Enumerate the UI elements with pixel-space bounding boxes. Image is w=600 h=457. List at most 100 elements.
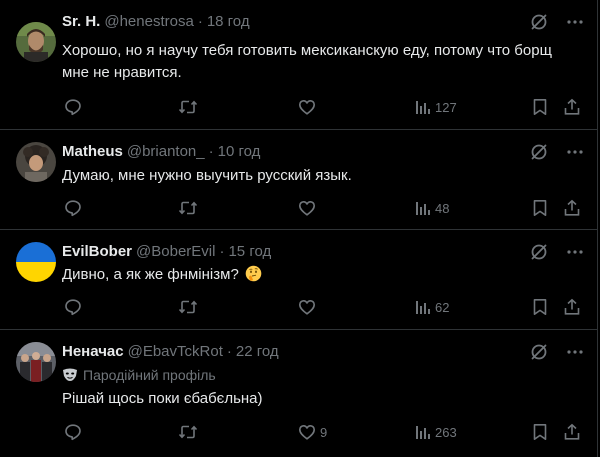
avatar[interactable] <box>16 22 56 62</box>
more-icon[interactable] <box>565 342 585 362</box>
bookmark-icon <box>533 200 547 216</box>
separator-dot: · <box>226 343 232 360</box>
tweet-top-actions <box>529 242 585 262</box>
tweet-top-actions <box>529 342 585 362</box>
reply-button[interactable] <box>64 198 82 218</box>
avatar[interactable] <box>16 342 56 382</box>
reply-icon <box>65 99 81 116</box>
tweet-text: Дивно, а як же фнмінізм? <box>62 266 239 283</box>
bookmark-icon <box>533 99 547 115</box>
views-icon <box>416 202 430 215</box>
timestamp[interactable]: 18 год <box>207 13 250 30</box>
views-button[interactable]: 48 <box>415 198 449 218</box>
retweet-icon <box>178 100 198 114</box>
views-icon <box>416 101 430 114</box>
like-icon <box>299 100 315 115</box>
separator-dot: · <box>208 143 214 160</box>
parody-label: Пародійний профіль <box>62 366 216 384</box>
share-button[interactable] <box>563 198 581 218</box>
like-icon <box>299 300 315 315</box>
retweet-button[interactable] <box>178 297 198 317</box>
like-button[interactable] <box>298 97 320 117</box>
views-icon <box>416 426 430 439</box>
avatar[interactable] <box>16 142 56 182</box>
display-name[interactable]: Неначас <box>62 343 124 360</box>
grok-icon[interactable] <box>529 142 549 162</box>
reply-button[interactable] <box>64 422 82 442</box>
timestamp[interactable]: 22 год <box>236 343 279 360</box>
more-icon[interactable] <box>565 12 585 32</box>
tweet-text: Хорошо, но я научу тебя готовить мексика… <box>62 42 552 81</box>
reply-button[interactable] <box>64 97 82 117</box>
display-name[interactable]: EvilBober <box>62 243 132 260</box>
tweet[interactable]: Matheus @brianton_ · 10 год Думаю, мне нужн… <box>0 130 597 230</box>
bookmark-button[interactable] <box>532 198 548 218</box>
user-handle[interactable]: @henestrosa <box>104 13 193 30</box>
tweet-header: Sr. H. @henestrosa · 18 год <box>62 12 250 32</box>
views-button[interactable]: 263 <box>415 422 457 442</box>
retweet-button[interactable] <box>178 97 198 117</box>
reply-feed: Sr. H. @henestrosa · 18 год Хорошо, но я на… <box>0 0 598 457</box>
grok-icon[interactable] <box>529 12 549 32</box>
display-name[interactable]: Sr. H. <box>62 13 100 30</box>
tweet[interactable]: Неначас @EbavTckRot · 22 год Пародійний про… <box>0 330 597 457</box>
retweet-icon <box>178 425 198 439</box>
tweet-header: EvilBober @BoberEvil · 15 год <box>62 242 271 262</box>
display-name[interactable]: Matheus <box>62 143 123 160</box>
tweet-header: Неначас @EbavTckRot · 22 год <box>62 342 279 362</box>
separator-dot: · <box>219 243 225 260</box>
like-button[interactable] <box>298 198 320 218</box>
share-button[interactable] <box>563 297 581 317</box>
view-count: 62 <box>435 299 450 315</box>
like-button[interactable] <box>298 297 320 317</box>
bookmark-button[interactable] <box>532 297 548 317</box>
tweet-text-container: Дивно, а як же фнмінізм? <box>62 264 581 286</box>
user-handle[interactable]: @brianton_ <box>127 143 205 160</box>
view-count: 127 <box>435 99 457 115</box>
share-icon <box>564 199 580 216</box>
views-button[interactable]: 62 <box>415 297 449 317</box>
view-count: 48 <box>435 200 450 216</box>
tweet-top-actions <box>529 142 585 162</box>
reply-icon <box>65 299 81 316</box>
retweet-icon <box>178 201 198 215</box>
tweet[interactable]: Sr. H. @henestrosa · 18 год Хорошо, но я на… <box>0 0 597 130</box>
tweet-actions: 9 263 <box>0 422 597 442</box>
tweet-top-actions <box>529 12 585 32</box>
share-icon <box>564 98 580 115</box>
tweet[interactable]: EvilBober @BoberEvil · 15 год Дивно, а як ж… <box>0 230 597 330</box>
tweet-text: Думаю, мне нужно выучить русский язык. <box>62 167 352 184</box>
more-icon[interactable] <box>565 142 585 162</box>
timestamp[interactable]: 10 год <box>218 143 261 160</box>
bookmark-icon <box>533 424 547 440</box>
tweet-header: Matheus @brianton_ · 10 год <box>62 142 260 162</box>
retweet-button[interactable] <box>178 198 198 218</box>
more-icon[interactable] <box>565 242 585 262</box>
like-count: 9 <box>320 424 328 440</box>
reply-icon <box>65 200 81 217</box>
retweet-button[interactable] <box>178 422 198 442</box>
grok-icon[interactable] <box>529 242 549 262</box>
avatar[interactable] <box>16 242 56 282</box>
views-button[interactable]: 127 <box>415 97 457 117</box>
like-button[interactable]: 9 <box>298 422 327 442</box>
user-handle[interactable]: @BoberEvil <box>136 243 215 260</box>
tweet-actions: 62 <box>0 297 597 317</box>
tweet-text: Рішай щось поки єбабєльна) <box>62 390 263 407</box>
grok-icon[interactable] <box>529 342 549 362</box>
timestamp[interactable]: 15 год <box>228 243 271 260</box>
parody-label-text: Пародійний профіль <box>83 367 216 383</box>
like-icon <box>299 425 315 440</box>
share-icon <box>564 423 580 440</box>
share-button[interactable] <box>563 97 581 117</box>
tweet-actions: 48 <box>0 198 597 218</box>
share-icon <box>564 298 580 315</box>
reply-button[interactable] <box>64 297 82 317</box>
parody-mask-icon <box>62 368 78 382</box>
thinking-face-emoji <box>245 265 262 282</box>
share-button[interactable] <box>563 422 581 442</box>
bookmark-button[interactable] <box>532 97 548 117</box>
bookmark-button[interactable] <box>532 422 548 442</box>
user-handle[interactable]: @EbavTckRot <box>128 343 223 360</box>
tweet-actions: 127 <box>0 97 597 117</box>
